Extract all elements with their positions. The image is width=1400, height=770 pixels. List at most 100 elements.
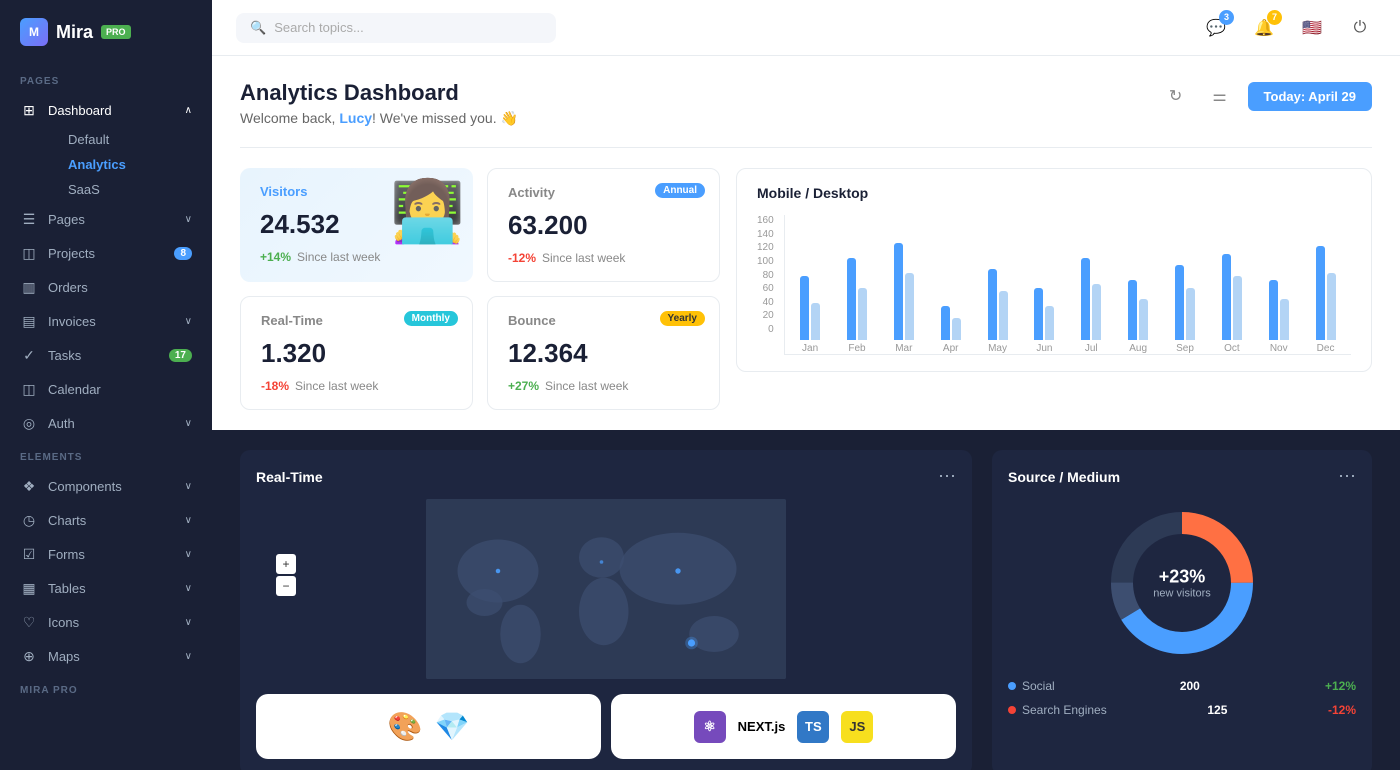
sidebar-item-label: Forms <box>48 547 85 562</box>
projects-badge: 8 <box>174 247 192 260</box>
chevron-icon: ∨ <box>185 515 192 526</box>
sidebar-item-pages[interactable]: ☰ Pages ∨ <box>0 202 212 236</box>
source-row-search: Search Engines 125 -12% <box>1008 703 1356 717</box>
bar-light <box>811 303 820 341</box>
sidebar-item-icons[interactable]: ♡ Icons ∨ <box>0 605 212 639</box>
zoom-in-button[interactable]: + <box>276 554 296 574</box>
bar-group: May <box>976 220 1019 354</box>
tech-logos: 🎨 💎 ⚛ NEXT.js TS JS <box>256 694 956 759</box>
nextjs-icon: NEXT.js <box>738 719 786 734</box>
chart-body: 160 140 120 100 80 60 40 20 0 JanFebMarA… <box>757 215 1351 355</box>
search-placeholder: Search topics... <box>274 20 364 35</box>
sidebar-item-label: Charts <box>48 513 86 528</box>
sidebar-item-label: Projects <box>48 246 95 261</box>
messages-badge: 3 <box>1219 10 1234 25</box>
sidebar-item-orders[interactable]: ▥ Orders <box>0 270 212 304</box>
sidebar-item-charts[interactable]: ◷ Charts ∨ <box>0 503 212 537</box>
source-medium-card: Source / Medium ⋯ +23% <box>992 450 1372 770</box>
bar-light <box>952 318 961 341</box>
sidebar-item-label: Invoices <box>48 314 96 329</box>
sidebar-item-label: Tasks <box>48 348 81 363</box>
donut-value: +23% <box>1153 567 1210 588</box>
dev-tools-card: ⚛ NEXT.js TS JS <box>611 694 956 759</box>
today-button[interactable]: Today: April 29 <box>1248 82 1372 111</box>
design-tools-card: 🎨 💎 <box>256 694 601 759</box>
page-subtitle: Welcome back, Lucy! We've missed you. 👋 <box>240 110 518 127</box>
sidebar-item-label: Icons <box>48 615 79 630</box>
app-logo[interactable]: M Mira PRO <box>0 0 212 64</box>
search-change: -12% <box>1328 703 1356 717</box>
bar-light <box>1045 306 1054 340</box>
sidebar-item-tasks[interactable]: ✓ Tasks 17 <box>0 338 212 372</box>
sidebar-item-default[interactable]: Default <box>48 127 212 152</box>
sidebar-item-projects[interactable]: ◫ Projects 8 <box>0 236 212 270</box>
source-title: Source / Medium <box>1008 469 1120 485</box>
sidebar-item-label: Pages <box>48 212 85 227</box>
chevron-icon: ∨ <box>185 583 192 594</box>
donut-center: +23% new visitors <box>1153 567 1210 600</box>
bar-dark <box>1316 246 1325 340</box>
top-header: 🔍 Search topics... 💬 3 🔔 7 🇺🇸 ⏻ <box>212 0 1400 56</box>
sidebar-item-calendar[interactable]: ◫ Calendar <box>0 372 212 406</box>
sidebar-item-invoices[interactable]: ▤ Invoices ∨ <box>0 304 212 338</box>
sidebar-item-dashboard[interactable]: ⊞ Dashboard ∧ <box>0 93 212 127</box>
bar-light <box>1327 273 1336 341</box>
dashboard-icon: ⊞ <box>20 101 38 119</box>
sidebar-item-tables[interactable]: ▦ Tables ∨ <box>0 571 212 605</box>
bar-label: Nov <box>1270 343 1288 354</box>
sidebar-item-saas[interactable]: SaaS <box>48 177 212 202</box>
bar-group: Jul <box>1070 220 1113 354</box>
donut-chart: +23% new visitors <box>1008 503 1356 663</box>
flag-button[interactable]: 🇺🇸 <box>1296 12 1328 44</box>
stats-cards: Visitors 👩‍💻 24.532 +14% Since last week… <box>240 168 720 410</box>
sidebar-item-label: Orders <box>48 280 88 295</box>
bar-label: Sep <box>1176 343 1194 354</box>
bar-label: Oct <box>1224 343 1240 354</box>
bar-dark <box>847 258 856 341</box>
source-options-button[interactable]: ⋯ <box>1338 466 1356 487</box>
realtime-map-card: Real-Time ⋯ + − <box>240 450 972 770</box>
bar-group: Jun <box>1023 220 1066 354</box>
realtime-card: Monthly Real-Time 1.320 -18% Since last … <box>240 296 473 410</box>
realtime-change: -18% <box>261 379 289 393</box>
sidebar-item-forms[interactable]: ☑ Forms ∨ <box>0 537 212 571</box>
search-box[interactable]: 🔍 Search topics... <box>236 13 556 43</box>
mira-pro-label: MIRA PRO <box>0 673 212 702</box>
bar-light <box>858 288 867 341</box>
donut-label: new visitors <box>1153 588 1210 600</box>
power-button[interactable]: ⏻ <box>1344 12 1376 44</box>
redux-icon: ⚛ <box>694 711 726 743</box>
social-value: 200 <box>1180 679 1200 693</box>
messages-button[interactable]: 💬 3 <box>1200 12 1232 44</box>
social-change: +12% <box>1325 679 1356 693</box>
search-engines-label: Search Engines <box>1022 703 1107 717</box>
source-header: Source / Medium ⋯ <box>1008 466 1356 487</box>
bar-light <box>999 291 1008 340</box>
bar-group: Jan <box>789 220 832 354</box>
dashboard-submenu: Default Analytics SaaS <box>0 127 212 202</box>
filter-button[interactable]: ⚌ <box>1204 80 1236 112</box>
tasks-icon: ✓ <box>20 346 38 364</box>
notifications-button[interactable]: 🔔 7 <box>1248 12 1280 44</box>
realtime-period: Since last week <box>295 379 378 393</box>
bar-group: Aug <box>1117 220 1160 354</box>
bar-dark <box>894 243 903 341</box>
sidebar-item-auth[interactable]: ◎ Auth ∨ <box>0 406 212 440</box>
sidebar-item-maps[interactable]: ⊕ Maps ∨ <box>0 639 212 673</box>
content-area: Analytics Dashboard Welcome back, Lucy! … <box>212 56 1400 770</box>
bounce-value: 12.364 <box>508 338 699 369</box>
map-options-button[interactable]: ⋯ <box>938 466 956 487</box>
auth-icon: ◎ <box>20 414 38 432</box>
figma-icon: 🎨 <box>388 710 423 743</box>
sidebar-item-components[interactable]: ❖ Components ∨ <box>0 469 212 503</box>
page-actions: ↻ ⚌ Today: April 29 <box>1160 80 1372 112</box>
sidebar-item-analytics[interactable]: Analytics <box>48 152 212 177</box>
activity-card: Annual Activity 63.200 -12% Since last w… <box>487 168 720 282</box>
zoom-out-button[interactable]: − <box>276 576 296 596</box>
bounce-footer: +27% Since last week <box>508 379 699 393</box>
top-white-section: Analytics Dashboard Welcome back, Lucy! … <box>212 56 1400 430</box>
refresh-button[interactable]: ↻ <box>1160 80 1192 112</box>
sidebar-item-label: Components <box>48 479 122 494</box>
sketch-icon: 💎 <box>435 710 470 743</box>
page-title: Analytics Dashboard <box>240 80 518 106</box>
